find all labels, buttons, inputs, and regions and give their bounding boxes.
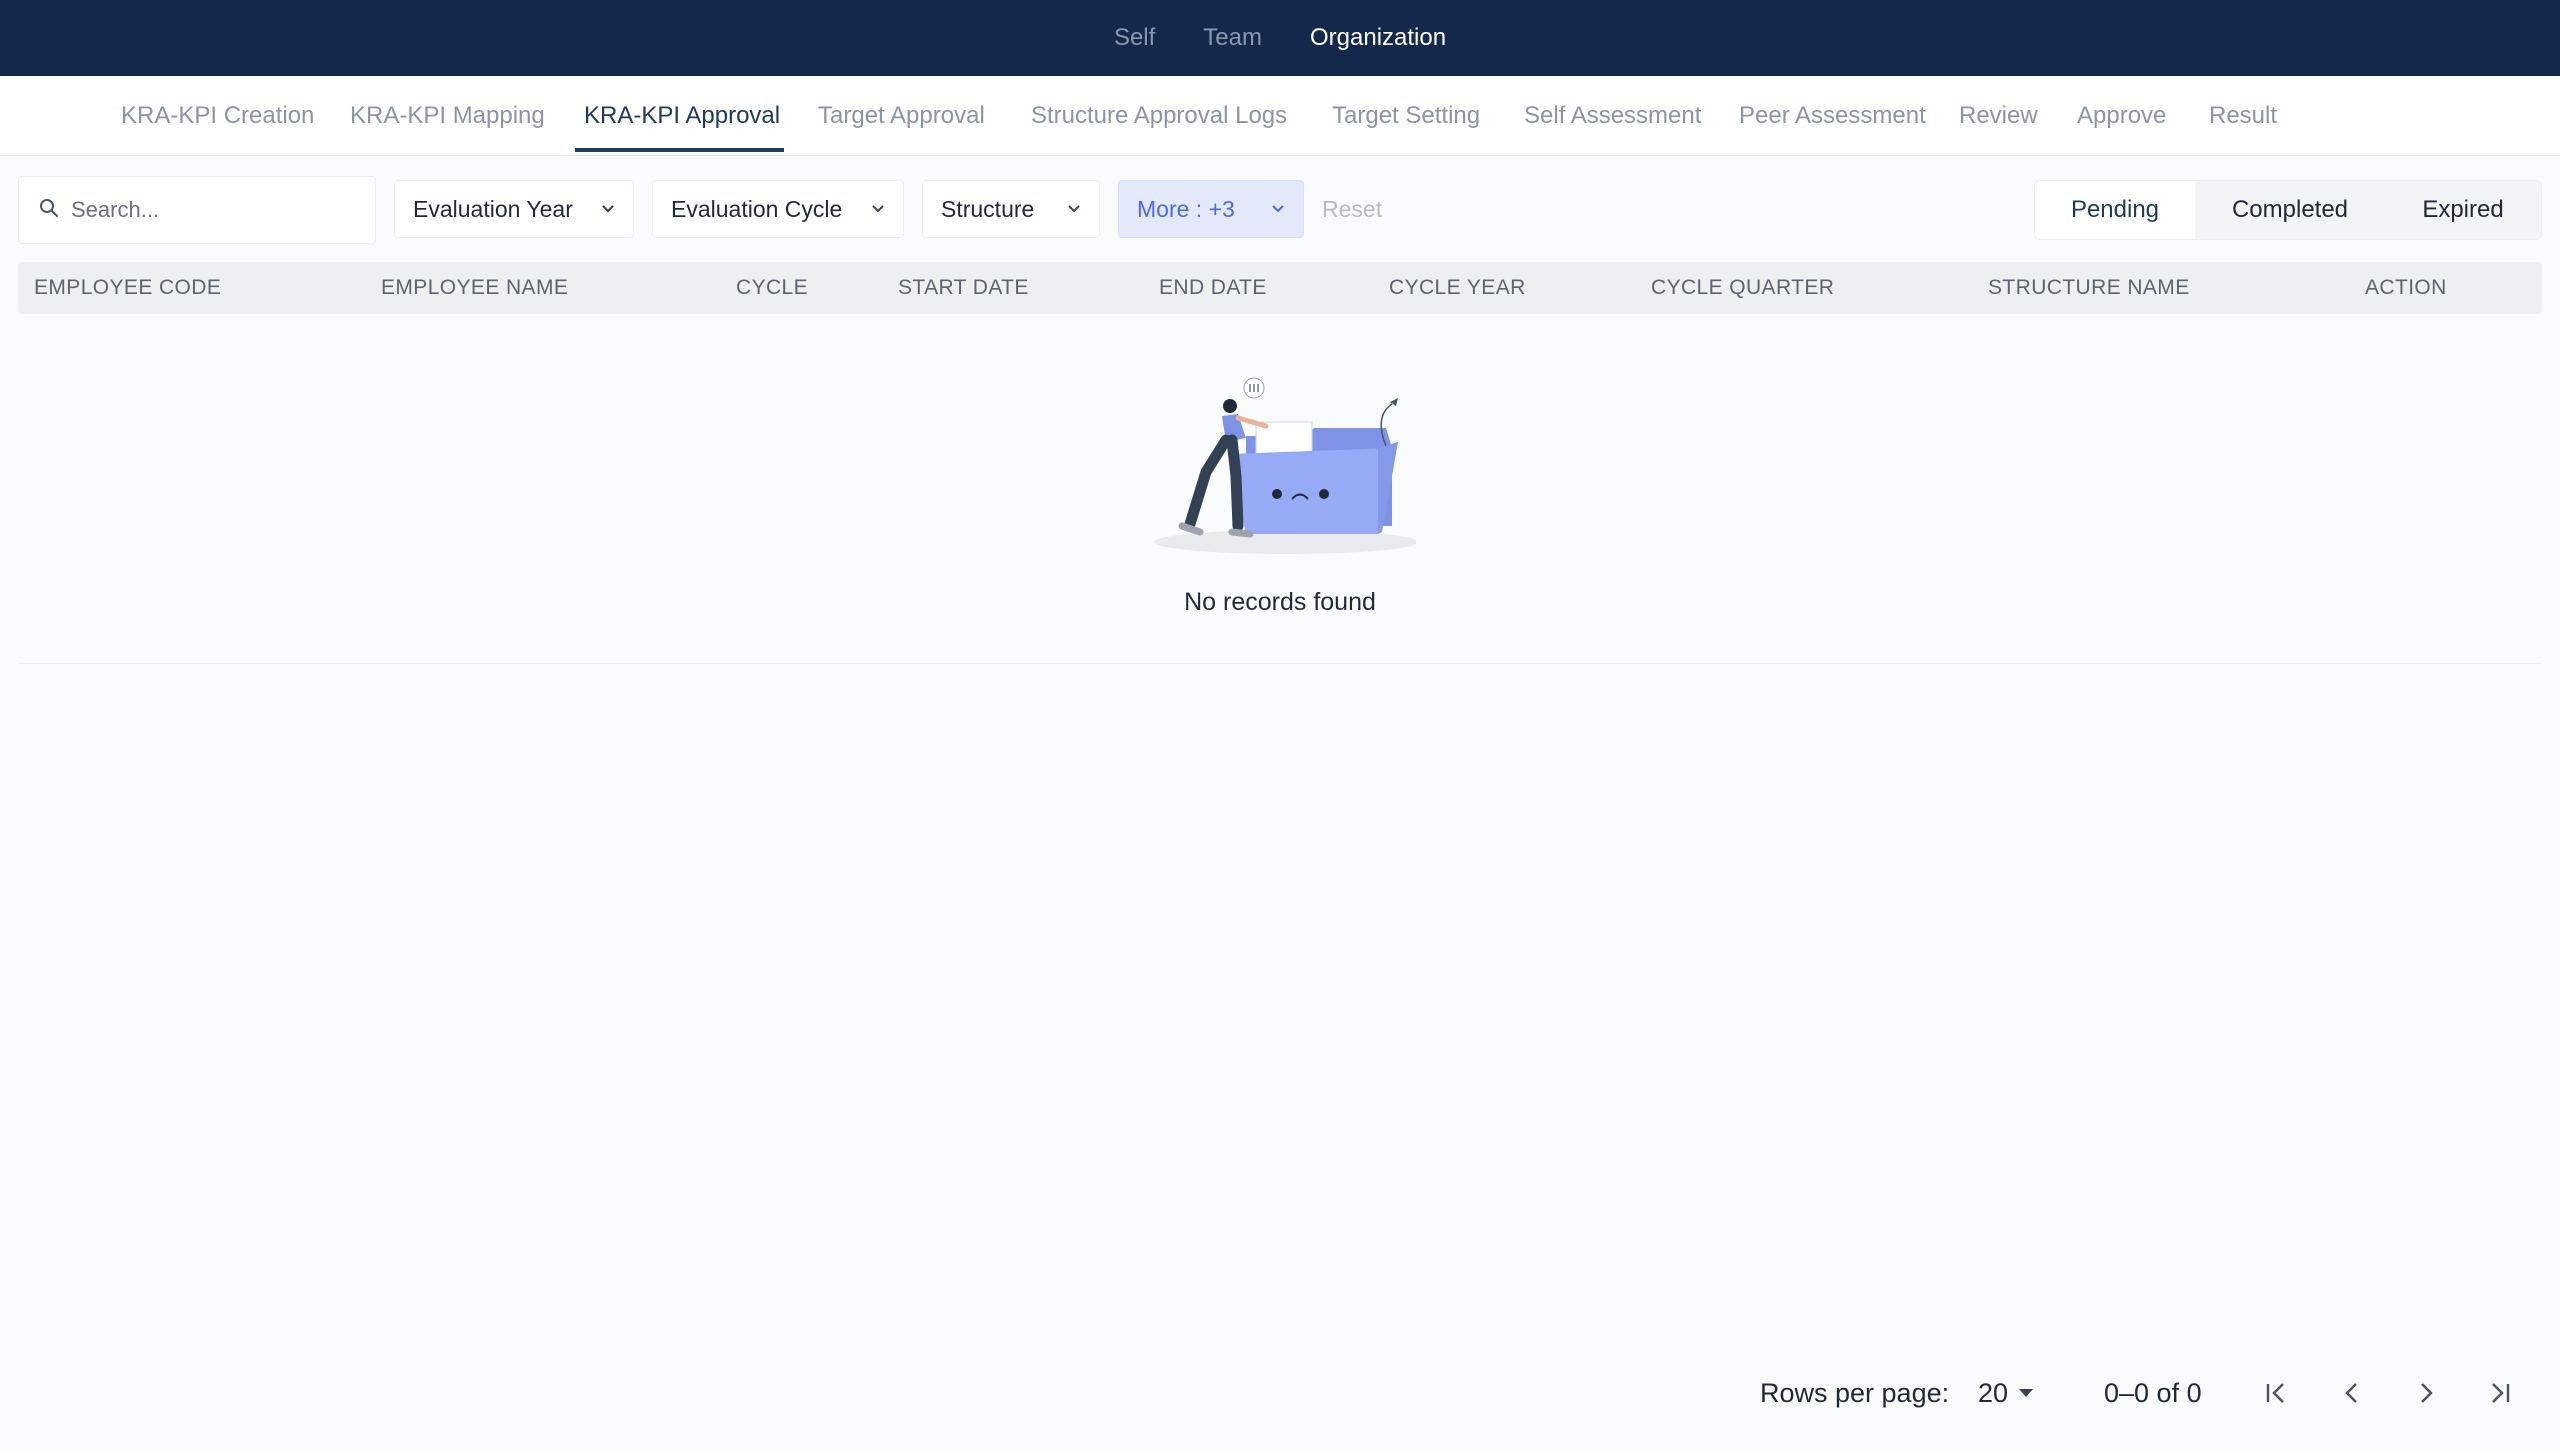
pagination: Rows per page: 20 0–0 of 0 xyxy=(0,1366,2560,1420)
column-start-date[interactable]: START DATE xyxy=(898,262,1029,314)
column-cycle-year[interactable]: CYCLE YEAR xyxy=(1389,262,1526,314)
column-cycle[interactable]: CYCLE xyxy=(736,262,808,314)
table-header: EMPLOYEE CODE EMPLOYEE NAME CYCLE START … xyxy=(18,262,2542,314)
structure-filter[interactable]: Structure xyxy=(922,180,1100,238)
last-page-icon[interactable] xyxy=(2480,1373,2520,1413)
search-icon xyxy=(39,198,59,223)
column-cycle-quarter[interactable]: CYCLE QUARTER xyxy=(1651,262,1834,314)
page-range: 0–0 of 0 xyxy=(2104,1377,2202,1408)
subnav-target-approval[interactable]: Target Approval xyxy=(818,76,985,156)
caret-down-icon xyxy=(2019,1389,2034,1397)
tab-team[interactable]: Team xyxy=(1203,20,1262,56)
evaluation-year-filter[interactable]: Evaluation Year xyxy=(394,180,634,238)
rows-per-page-select[interactable]: 20 xyxy=(1978,1366,2034,1420)
empty-folder-illustration xyxy=(1154,377,1416,554)
subnav-kra-kpi-mapping[interactable]: KRA-KPI Mapping xyxy=(350,76,545,156)
chevron-down-icon xyxy=(1271,204,1285,214)
empty-state: No records found xyxy=(18,314,2542,664)
status-completed[interactable]: Completed xyxy=(2195,181,2385,239)
chevron-down-icon xyxy=(601,204,615,214)
empty-message: No records found xyxy=(1184,588,1376,616)
rows-per-page-value: 20 xyxy=(1978,1377,2009,1408)
subnav-result[interactable]: Result xyxy=(2209,76,2277,156)
column-end-date[interactable]: END DATE xyxy=(1159,262,1267,314)
evaluation-year-label: Evaluation Year xyxy=(413,195,573,222)
active-tab-indicator xyxy=(575,148,784,152)
chevron-down-icon xyxy=(1067,204,1081,214)
subnav-structure-approval-logs[interactable]: Structure Approval Logs xyxy=(1031,76,1287,156)
tab-self[interactable]: Self xyxy=(1114,20,1155,56)
reset-button[interactable]: Reset xyxy=(1322,180,1382,238)
subnav-approve[interactable]: Approve xyxy=(2077,76,2166,156)
status-toggle: Pending Completed Expired xyxy=(2034,180,2542,240)
subnav-target-setting[interactable]: Target Setting xyxy=(1332,76,1480,156)
status-pending[interactable]: Pending xyxy=(2035,181,2195,239)
column-employee-code[interactable]: EMPLOYEE CODE xyxy=(34,262,221,314)
subnav-kra-kpi-approval[interactable]: KRA-KPI Approval xyxy=(584,76,780,156)
sub-navigation: KRA-KPI Creation KRA-KPI Mapping KRA-KPI… xyxy=(0,76,2560,156)
column-structure-name[interactable]: STRUCTURE NAME xyxy=(1988,262,2190,314)
more-filters-label: More : +3 xyxy=(1137,195,1235,222)
search-input[interactable] xyxy=(71,197,361,223)
tab-organization[interactable]: Organization xyxy=(1310,20,1446,56)
more-filters-button[interactable]: More : +3 xyxy=(1118,180,1304,238)
previous-page-icon[interactable] xyxy=(2332,1373,2372,1413)
subnav-kra-kpi-creation[interactable]: KRA-KPI Creation xyxy=(121,76,314,156)
status-expired[interactable]: Expired xyxy=(2385,181,2541,239)
rows-per-page-label: Rows per page: xyxy=(1760,1377,1950,1408)
subnav-peer-assessment[interactable]: Peer Assessment xyxy=(1739,76,1926,156)
top-navigation: Self Team Organization xyxy=(0,0,2560,76)
evaluation-cycle-filter[interactable]: Evaluation Cycle xyxy=(652,180,904,238)
search-box xyxy=(18,176,376,244)
first-page-icon[interactable] xyxy=(2256,1373,2296,1413)
structure-label: Structure xyxy=(941,195,1035,222)
subnav-self-assessment[interactable]: Self Assessment xyxy=(1524,76,1701,156)
evaluation-cycle-label: Evaluation Cycle xyxy=(671,195,843,222)
next-page-icon[interactable] xyxy=(2406,1373,2446,1413)
chevron-down-icon xyxy=(871,204,885,214)
column-action: ACTION xyxy=(2365,276,2447,299)
column-employee-name[interactable]: EMPLOYEE NAME xyxy=(381,262,568,314)
subnav-review[interactable]: Review xyxy=(1959,76,2038,156)
